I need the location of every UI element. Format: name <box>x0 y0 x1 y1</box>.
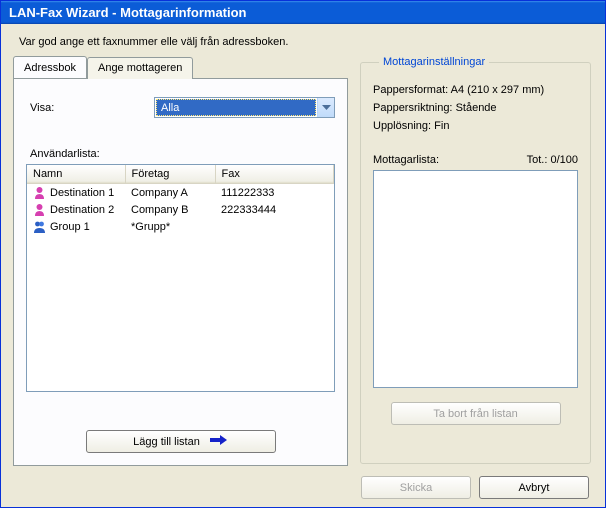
cell-company: Company B <box>125 201 215 218</box>
userlist-table[interactable]: Namn Företag Fax <box>26 164 335 392</box>
col-company[interactable]: Företag <box>125 165 215 184</box>
send-label: Skicka <box>400 482 432 494</box>
settings-group: Mottagarinställningar Pappersformat: A4 … <box>360 56 591 464</box>
content-area: Var god ange ett faxnummer elle välj frå… <box>1 24 605 507</box>
recipient-list-label: Mottagarlista: <box>373 154 439 166</box>
visa-selected-value: Alla <box>156 99 316 116</box>
paper-format-value: A4 (210 x 297 mm) <box>451 84 545 96</box>
cell-fax: 111222333 <box>215 184 334 202</box>
add-button-label: Lägg till listan <box>133 436 200 448</box>
recipient-total: Tot.: 0/100 <box>527 154 578 166</box>
window: LAN-Fax Wizard - Mottagarinformation Var… <box>0 0 606 508</box>
left-panel: Adressbok Ange mottageren Visa: Alla <box>13 56 348 466</box>
arrow-right-icon <box>210 434 228 449</box>
cell-fax: 222333444 <box>215 201 334 218</box>
col-name[interactable]: Namn <box>27 165 125 184</box>
send-button[interactable]: Skicka <box>361 476 471 499</box>
userlist-label: Användarlista: <box>30 148 335 160</box>
resolution-line: Upplösning: Fin <box>373 120 578 132</box>
orientation-value: Stående <box>456 102 497 114</box>
tab-adressbok[interactable]: Adressbok <box>13 56 87 78</box>
tab-ange-mottageren[interactable]: Ange mottageren <box>87 57 193 79</box>
table-row[interactable]: Destination 1 Company A 111222333 <box>27 184 334 202</box>
tab-label: Adressbok <box>24 62 76 74</box>
tab-label: Ange mottageren <box>98 62 182 74</box>
orientation-label: Pappersriktning: <box>373 102 453 114</box>
instruction-text: Var god ange ett faxnummer elle välj frå… <box>19 36 593 48</box>
right-panel: Mottagarinställningar Pappersformat: A4 … <box>358 56 593 466</box>
recipient-list-header: Mottagarlista: Tot.: 0/100 <box>373 154 578 166</box>
cell-name: Group 1 <box>50 221 90 233</box>
orientation-line: Pappersriktning: Stående <box>373 102 578 114</box>
chevron-down-icon[interactable] <box>317 98 334 117</box>
cancel-label: Avbryt <box>519 482 550 494</box>
cell-fax <box>215 218 334 235</box>
resolution-value: Fin <box>434 120 449 132</box>
cell-company: Company A <box>125 184 215 202</box>
paper-format-line: Pappersformat: A4 (210 x 297 mm) <box>373 84 578 96</box>
main-row: Adressbok Ange mottageren Visa: Alla <box>13 56 593 466</box>
settings-legend: Mottagarinställningar <box>379 56 489 68</box>
group-icon <box>33 220 46 233</box>
recipient-listbox[interactable] <box>373 170 578 388</box>
visa-select[interactable]: Alla <box>154 97 335 118</box>
titlebar: LAN-Fax Wizard - Mottagarinformation <box>1 1 605 24</box>
table-row[interactable]: Group 1 *Grupp* <box>27 218 334 235</box>
remove-button-row: Ta bort från listan <box>373 402 578 425</box>
table-header-row: Namn Företag Fax <box>27 165 334 184</box>
cancel-button[interactable]: Avbryt <box>479 476 589 499</box>
resolution-label: Upplösning: <box>373 120 431 132</box>
person-icon <box>33 203 46 216</box>
cell-name: Destination 2 <box>50 204 114 216</box>
col-fax[interactable]: Fax <box>215 165 334 184</box>
cell-name: Destination 1 <box>50 187 114 199</box>
window-title: LAN-Fax Wizard - Mottagarinformation <box>9 5 247 20</box>
tab-strip: Adressbok Ange mottageren <box>13 56 348 78</box>
table-row[interactable]: Destination 2 Company B 222333444 <box>27 201 334 218</box>
bottom-button-row: Skicka Avbryt <box>13 466 593 499</box>
paper-format-label: Pappersformat: <box>373 84 448 96</box>
person-icon <box>33 186 46 199</box>
remove-button-label: Ta bort från listan <box>433 408 517 420</box>
remove-from-list-button[interactable]: Ta bort från listan <box>391 402 561 425</box>
add-to-list-button[interactable]: Lägg till listan <box>86 430 276 453</box>
add-button-row: Lägg till listan <box>14 430 347 453</box>
visa-row: Visa: Alla <box>26 97 335 118</box>
cell-company: *Grupp* <box>125 218 215 235</box>
visa-label: Visa: <box>26 102 146 114</box>
tab-body-adressbok: Visa: Alla Användarlista: <box>13 78 348 466</box>
